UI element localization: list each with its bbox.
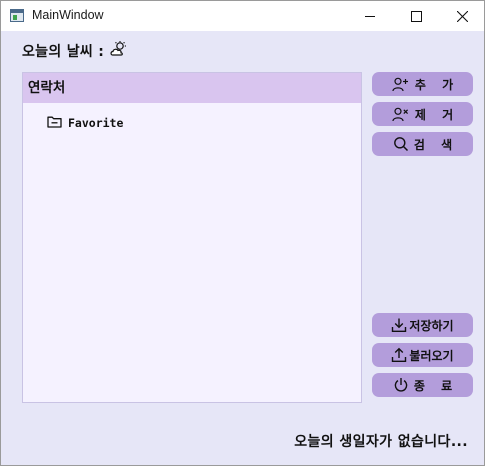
contacts-tree[interactable]: 연락처 Favorite (22, 72, 362, 403)
main-window: MainWindow 오늘의 날씨 : 연락처 Favorite 추 가 제 거… (0, 0, 485, 466)
remove-contact-button[interactable]: 제 거 (372, 102, 473, 126)
remove-contact-label: 제 거 (414, 107, 460, 122)
contacts-header[interactable]: 연락처 (23, 73, 361, 103)
minimize-icon (364, 15, 375, 17)
save-label: 저장하기 (409, 318, 454, 333)
person-add-icon (392, 77, 410, 92)
weather-label: 오늘의 날씨 : (22, 44, 105, 60)
tree-item-label: Favorite (68, 115, 124, 130)
maximize-button[interactable] (393, 1, 439, 31)
exit-label: 종 료 (413, 378, 459, 393)
search-label: 검 색 (413, 137, 459, 152)
close-icon (456, 10, 468, 22)
add-contact-button[interactable]: 추 가 (372, 72, 473, 96)
maximize-icon (410, 10, 422, 22)
birthday-status: 오늘의 생일자가 없습니다... (294, 434, 468, 450)
add-contact-label: 추 가 (414, 77, 460, 92)
load-label: 불러오기 (409, 348, 454, 363)
exit-button[interactable]: 종 료 (372, 373, 473, 397)
weather-row: 오늘의 날씨 : (22, 41, 128, 61)
search-button[interactable]: 검 색 (372, 132, 473, 156)
load-button[interactable]: 불러오기 (372, 343, 473, 367)
save-button[interactable]: 저장하기 (372, 313, 473, 337)
folder-icon (47, 113, 62, 132)
upload-icon (391, 347, 407, 363)
power-icon (393, 377, 409, 393)
search-icon (393, 136, 409, 152)
minimize-button[interactable] (347, 1, 393, 31)
download-icon (391, 317, 407, 333)
title-bar[interactable]: MainWindow (1, 1, 484, 31)
person-remove-icon (392, 107, 410, 122)
window-title: MainWindow (32, 8, 104, 22)
close-button[interactable] (439, 1, 485, 31)
tree-item-favorite[interactable]: Favorite (47, 113, 123, 132)
app-window-icon (10, 9, 24, 22)
partly-cloudy-icon (110, 41, 128, 61)
